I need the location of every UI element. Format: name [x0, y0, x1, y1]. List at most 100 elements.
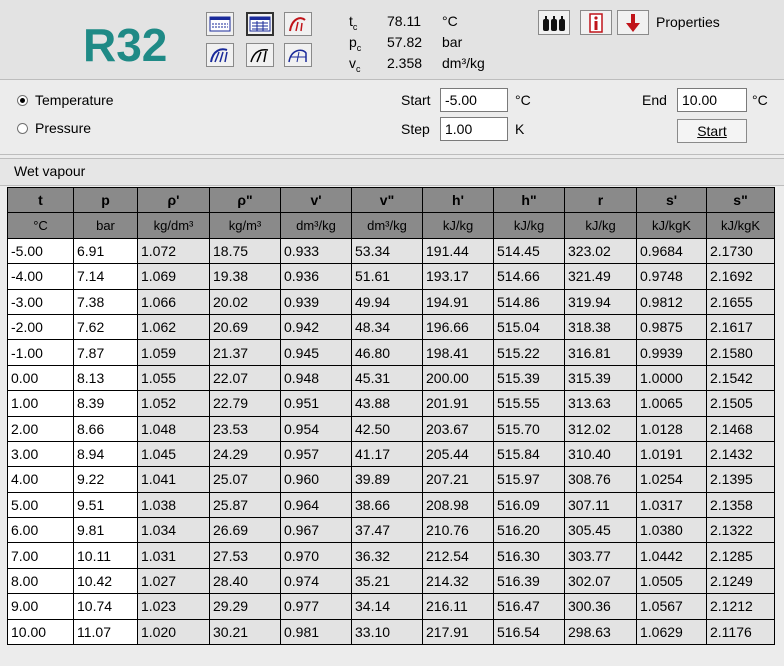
table-cell[interactable]: 23.53 [209, 415, 281, 442]
table-cell[interactable]: 516.09 [493, 491, 565, 519]
table-cell[interactable]: 307.11 [564, 491, 637, 519]
table-cell[interactable]: 516.30 [493, 542, 565, 569]
table-cell[interactable]: 201.91 [422, 390, 494, 417]
table-cell[interactable]: 2.1692 [706, 263, 775, 290]
table-cell[interactable]: 8.13 [73, 364, 138, 392]
table-cell[interactable]: 9.81 [73, 517, 138, 544]
table-cell[interactable]: 25.07 [209, 466, 281, 493]
table-cell[interactable]: 0.939 [280, 288, 352, 315]
table-cell[interactable]: 2.1505 [706, 390, 775, 417]
table-cell[interactable]: 33.10 [351, 618, 423, 646]
table-cell[interactable]: 217.91 [422, 618, 494, 646]
table-cell[interactable]: 10.11 [73, 542, 138, 569]
table-cell[interactable]: 30.21 [209, 618, 281, 646]
table-cell[interactable]: 7.14 [73, 263, 138, 290]
table-cell[interactable]: 2.1730 [706, 237, 775, 265]
table-cell[interactable]: 2.1395 [706, 466, 775, 493]
table-cell[interactable]: 0.9875 [636, 313, 707, 341]
table-cell[interactable]: 21.37 [209, 339, 281, 366]
properties-label[interactable]: Properties [656, 14, 720, 30]
table-cell[interactable]: 26.69 [209, 517, 281, 544]
table-cell[interactable]: 48.34 [351, 313, 423, 341]
table-cell[interactable]: 6.00 [7, 517, 74, 544]
table-cell[interactable]: 321.49 [564, 263, 637, 290]
table-cell[interactable]: 0.9684 [636, 237, 707, 265]
table-cell[interactable]: 0.964 [280, 491, 352, 519]
table-cell[interactable]: 8.00 [7, 567, 74, 595]
table-cell[interactable]: 208.98 [422, 491, 494, 519]
table-cell[interactable]: 1.0191 [636, 440, 707, 468]
table-cell[interactable]: 10.00 [7, 618, 74, 646]
table-cell[interactable]: 207.21 [422, 466, 494, 493]
table-cell[interactable]: 312.02 [564, 415, 637, 442]
table-cell[interactable]: -4.00 [7, 263, 74, 290]
table-cell[interactable]: 2.1285 [706, 542, 775, 569]
table-cell[interactable]: 49.94 [351, 288, 423, 315]
table-cell[interactable]: 1.066 [137, 288, 210, 315]
table-cell[interactable]: 313.63 [564, 390, 637, 417]
table-cell[interactable]: 0.967 [280, 517, 352, 544]
table-cell[interactable]: 0.933 [280, 237, 352, 265]
table-cell[interactable]: 196.66 [422, 313, 494, 341]
table-cell[interactable]: 5.00 [7, 491, 74, 519]
table-cell[interactable]: 1.0254 [636, 466, 707, 493]
table-cell[interactable]: 20.69 [209, 313, 281, 341]
table-cell[interactable]: 8.39 [73, 390, 138, 417]
table-cell[interactable]: 28.40 [209, 567, 281, 595]
diagram-blue-icon[interactable] [206, 43, 234, 67]
table-cell[interactable]: 323.02 [564, 237, 637, 265]
table-small-icon[interactable] [206, 12, 234, 36]
table-cell[interactable]: 0.977 [280, 593, 352, 620]
table-cell[interactable]: 9.22 [73, 466, 138, 493]
table-cell[interactable]: 53.34 [351, 237, 423, 265]
table-cell[interactable]: 11.07 [73, 618, 138, 646]
table-cell[interactable]: 1.045 [137, 440, 210, 468]
table-cell[interactable]: 0.9812 [636, 288, 707, 315]
table-cell[interactable]: 6.91 [73, 237, 138, 265]
table-cell[interactable]: 319.94 [564, 288, 637, 315]
table-cell[interactable]: 9.51 [73, 491, 138, 519]
table-cell[interactable]: 305.45 [564, 517, 637, 544]
table-cell[interactable]: 10.74 [73, 593, 138, 620]
table-cell[interactable]: 27.53 [209, 542, 281, 569]
table-cell[interactable]: 1.0629 [636, 618, 707, 646]
table-cell[interactable]: 318.38 [564, 313, 637, 341]
table-cell[interactable]: 2.1212 [706, 593, 775, 620]
start-input[interactable] [440, 88, 508, 112]
table-cell[interactable]: 0.936 [280, 263, 352, 290]
table-cell[interactable]: 516.47 [493, 593, 565, 620]
table-cell[interactable]: 515.55 [493, 390, 565, 417]
table-row[interactable]: 7.00 10.11 1.031 27.53 0.970 36.32 212.54 516.3… [7, 542, 775, 569]
table-cell[interactable]: 25.87 [209, 491, 281, 519]
table-cell[interactable]: 515.22 [493, 339, 565, 366]
table-row[interactable]: 0.00 8.13 1.055 22.07 0.948 45.31 200.00 515.39… [7, 364, 775, 392]
table-cell[interactable]: 8.66 [73, 415, 138, 442]
table-cell[interactable]: 2.1432 [706, 440, 775, 468]
table-row[interactable]: 3.00 8.94 1.045 24.29 0.957 41.17 205.44 515.84… [7, 440, 775, 468]
table-cell[interactable]: 18.75 [209, 237, 281, 265]
cylinders-icon[interactable] [538, 10, 570, 35]
table-cell[interactable]: 1.0065 [636, 390, 707, 417]
table-cell[interactable]: 1.038 [137, 491, 210, 519]
table-cell[interactable]: 515.84 [493, 440, 565, 468]
table-cell[interactable]: 22.79 [209, 390, 281, 417]
diagram-outline-icon[interactable] [284, 43, 312, 67]
table-cell[interactable]: 303.77 [564, 542, 637, 569]
table-cell[interactable]: 2.1617 [706, 313, 775, 341]
table-cell[interactable]: 516.54 [493, 618, 565, 646]
table-cell[interactable]: 2.1176 [706, 618, 775, 646]
table-row[interactable]: 9.00 10.74 1.023 29.29 0.977 34.14 216.11 516.4… [7, 593, 775, 620]
table-cell[interactable]: 1.0505 [636, 567, 707, 595]
table-cell[interactable]: 315.39 [564, 364, 637, 392]
table-cell[interactable]: -5.00 [7, 237, 74, 265]
table-cell[interactable]: 0.974 [280, 567, 352, 595]
table-icon[interactable] [246, 12, 274, 36]
table-cell[interactable]: 2.1468 [706, 415, 775, 442]
table-cell[interactable]: 0.948 [280, 364, 352, 392]
table-cell[interactable]: 20.02 [209, 288, 281, 315]
table-cell[interactable]: 34.14 [351, 593, 423, 620]
table-cell[interactable]: 516.39 [493, 567, 565, 595]
table-cell[interactable]: 1.072 [137, 237, 210, 265]
table-cell[interactable]: 41.17 [351, 440, 423, 468]
table-cell[interactable]: 46.80 [351, 339, 423, 366]
